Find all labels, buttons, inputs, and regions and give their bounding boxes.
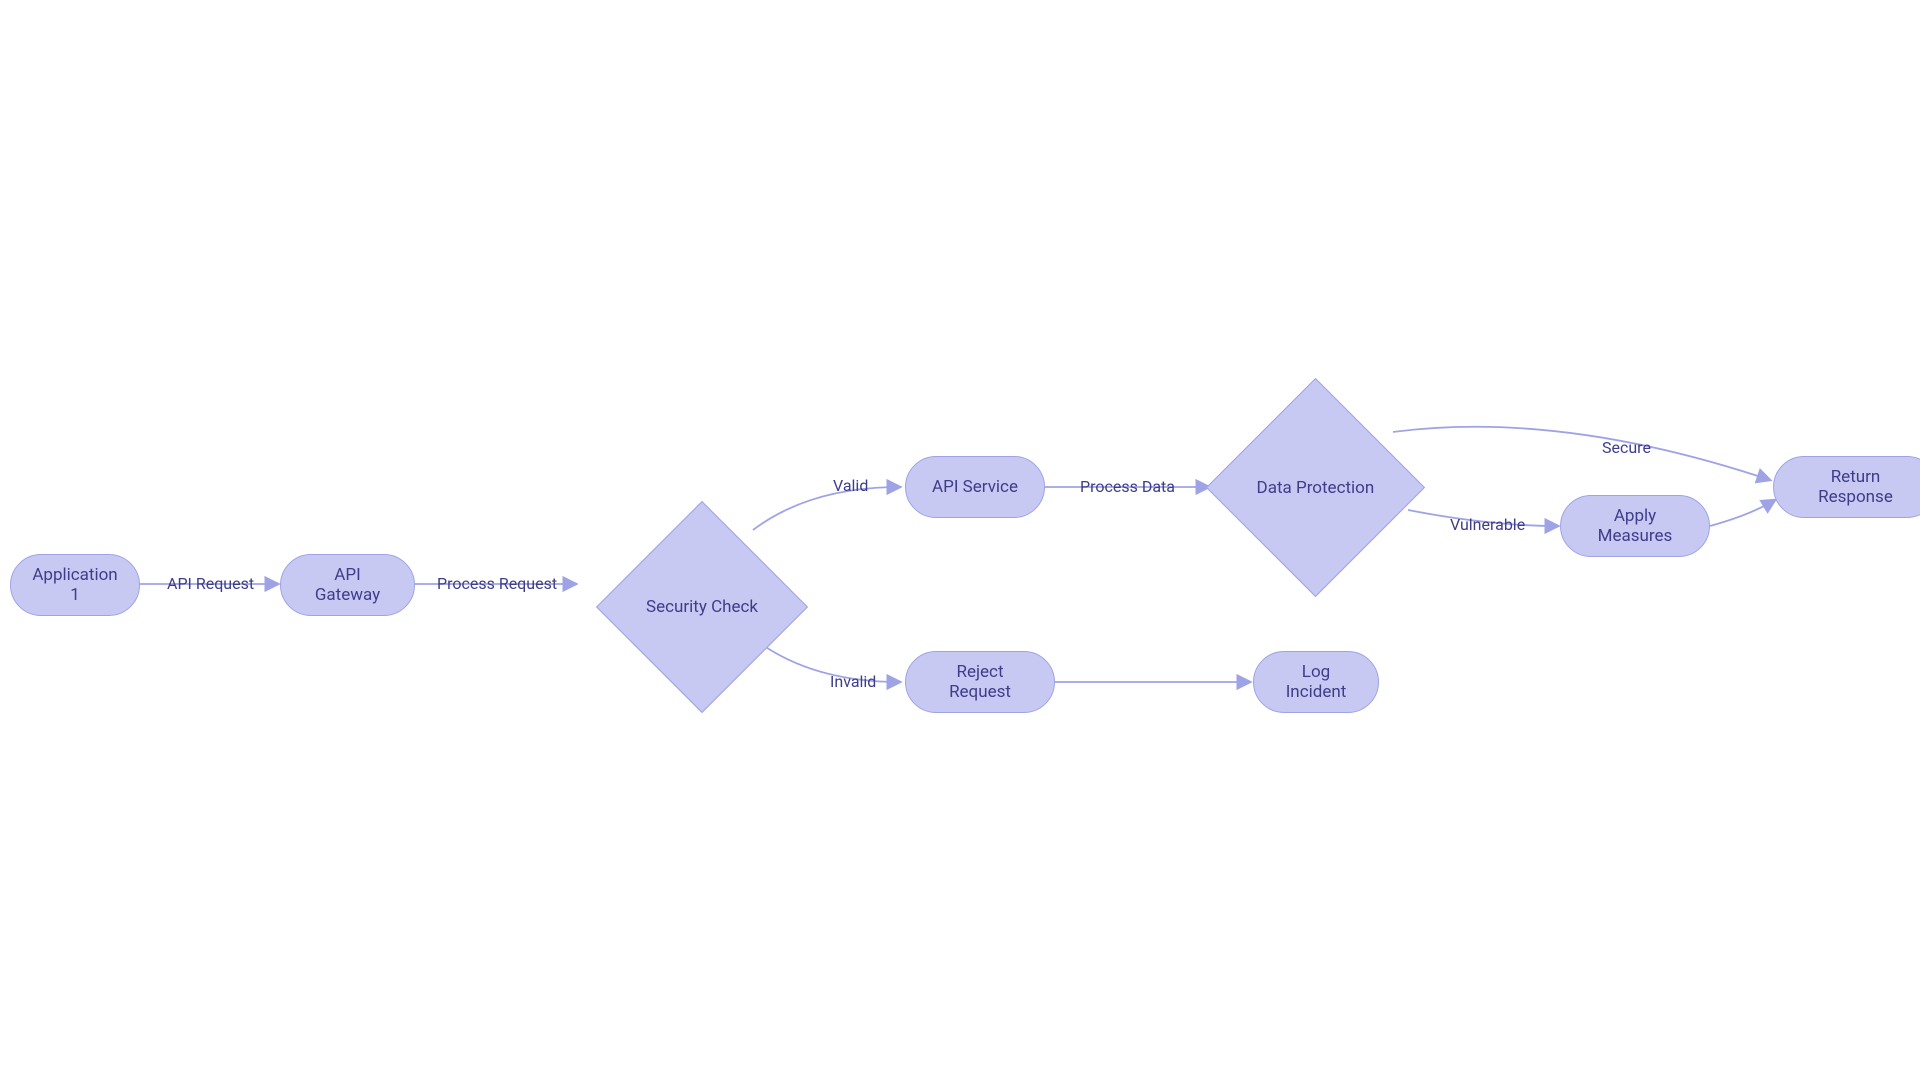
node-api-gateway: API Gateway (280, 554, 415, 616)
edge-label-invalid: Invalid (830, 672, 876, 691)
edge-label-process-request: Process Request (437, 574, 557, 593)
node-label: API Gateway (303, 565, 392, 605)
node-application-1: Application 1 (10, 554, 140, 616)
node-log-incident: Log Incident (1253, 651, 1379, 713)
node-api-service: API Service (905, 456, 1045, 518)
node-label: Security Check (646, 597, 758, 617)
node-data-protection: Data Protection (1206, 378, 1425, 597)
edge-label-vulnerable: Vulnerable (1450, 515, 1525, 534)
node-label: Application 1 (32, 565, 117, 605)
node-label: Data Protection (1257, 477, 1375, 497)
edge-label-secure: Secure (1602, 438, 1651, 457)
node-reject-request: Reject Request (905, 651, 1055, 713)
node-label: API Service (932, 477, 1018, 497)
edge-label-process-data: Process Data (1080, 477, 1175, 496)
node-apply-measures: Apply Measures (1560, 495, 1710, 557)
node-return-response: Return Response (1773, 456, 1920, 518)
edge-label-valid: Valid (833, 476, 868, 495)
node-security-check: Security Check (596, 501, 808, 713)
node-label: Log Incident (1276, 662, 1356, 702)
node-label: Return Response (1796, 467, 1915, 507)
node-label: Reject Request (928, 662, 1032, 702)
edge-label-api-request: API Request (167, 574, 254, 593)
node-label: Apply Measures (1583, 506, 1687, 546)
